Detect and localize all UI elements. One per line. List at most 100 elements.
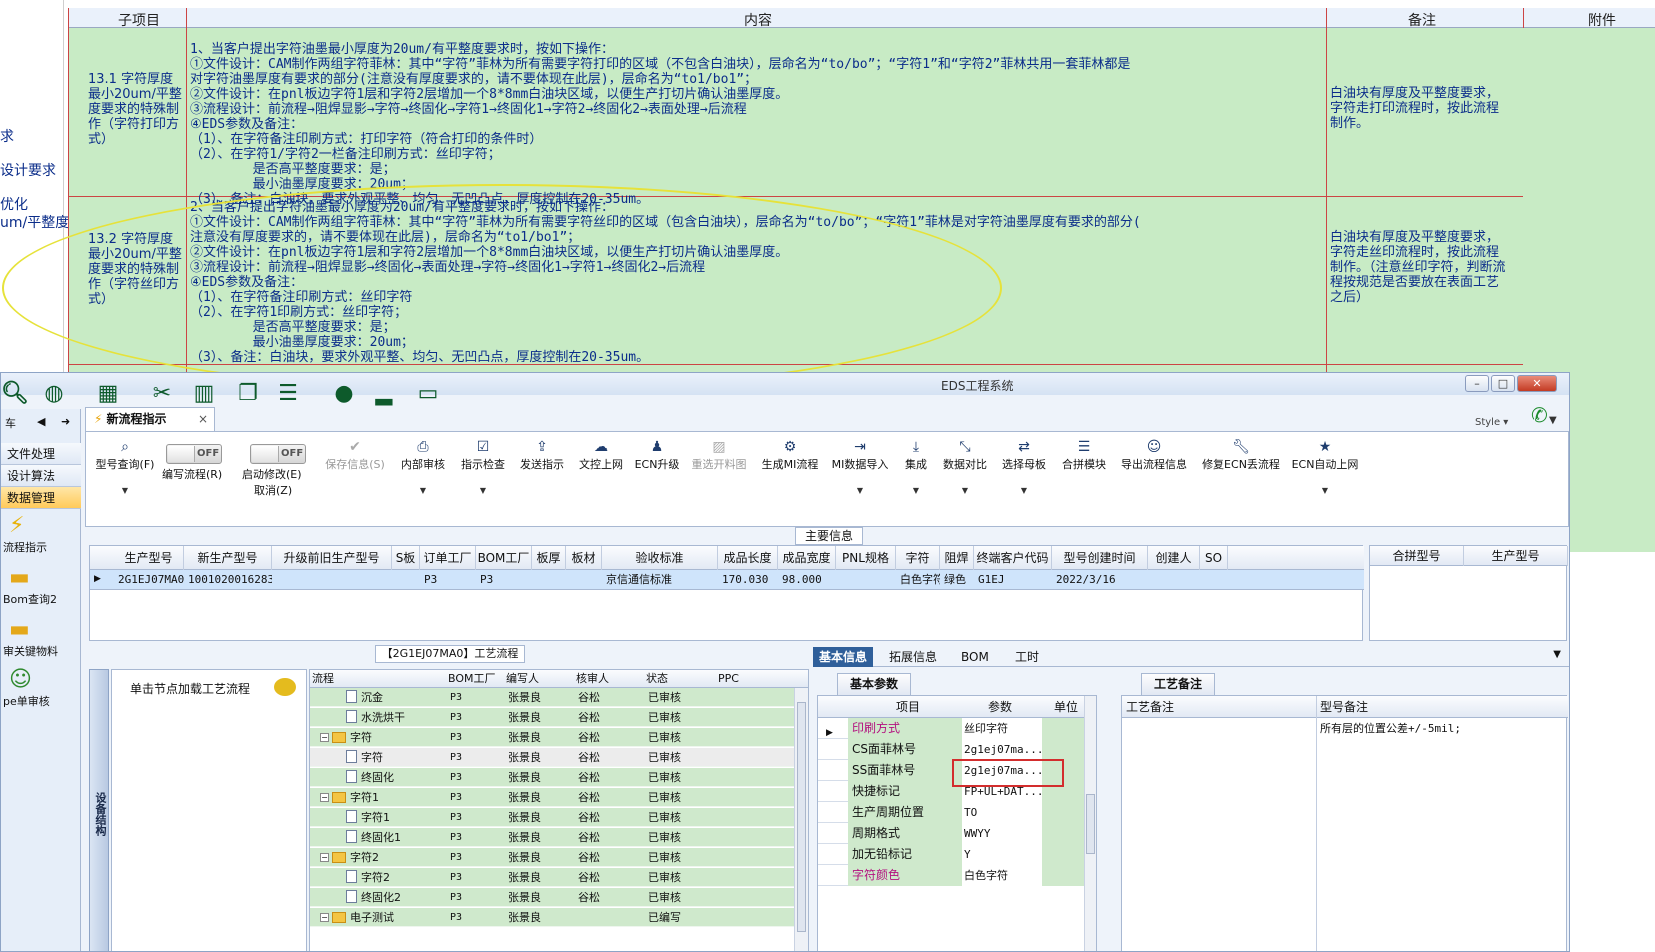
col-header[interactable]: 升级前旧生产型号 <box>272 546 392 570</box>
col-header[interactable]: 成品宽度 <box>778 546 836 570</box>
table-cell[interactable]: P3 <box>420 570 476 590</box>
list-icon[interactable]: ☰ <box>275 381 301 407</box>
param-row[interactable]: 字符颜色 白色字符 <box>818 865 1084 886</box>
table-cell[interactable]: 白色字符 <box>896 570 940 590</box>
table-icon[interactable]: ▦ <box>95 381 121 407</box>
tab-basic-info[interactable]: 基本信息 <box>813 647 874 667</box>
launcher-flow-indicator[interactable]: ⚡ 流程指示 <box>1 513 81 555</box>
tree-row[interactable]: 字符 P3 张景良 谷松 已审核 <box>310 748 796 767</box>
tree-row[interactable]: 字符2 P3 张景良 谷松 已审核 <box>310 868 796 887</box>
save-info-button[interactable]: ✔ 保存信息(S) <box>322 438 388 472</box>
merge-col-header[interactable]: 生产型号 <box>1464 546 1568 566</box>
tree-node[interactable]: 字符 <box>346 748 383 767</box>
col-header[interactable]: 流程 <box>312 670 334 688</box>
expand-icon[interactable]: − <box>320 793 329 802</box>
tree-row[interactable]: 终固化1 P3 张景良 谷松 已审核 <box>310 828 796 847</box>
generate-mi-flow-button[interactable]: ⚙ 生成MI流程 <box>760 438 820 472</box>
col-header[interactable]: BOM工厂 <box>448 670 496 688</box>
maximize-button[interactable]: □ <box>1491 375 1515 392</box>
col-header[interactable]: 项目 <box>896 696 920 718</box>
chevron-down-icon[interactable]: ▼ <box>1553 649 1561 660</box>
col-header[interactable]: 验收标准 <box>602 546 718 570</box>
table-cell[interactable] <box>392 570 420 590</box>
col-header[interactable]: S板 <box>392 546 420 570</box>
tree-node[interactable]: 字符2 <box>346 868 390 887</box>
merge-col-header[interactable]: 合拼型号 <box>1370 546 1464 566</box>
col-header[interactable]: SO <box>1200 546 1228 570</box>
col-header[interactable]: 工艺备注 <box>1126 696 1174 718</box>
tree-node[interactable]: 终固化 <box>346 768 394 787</box>
tab-close-icon[interactable]: × <box>198 408 208 430</box>
cancel-button[interactable]: 取消(Z) <box>254 482 292 498</box>
col-header[interactable]: 板材 <box>566 546 602 570</box>
tree-row[interactable]: 终固化 P3 张景良 谷松 已审核 <box>310 768 796 787</box>
mi-import-button[interactable]: ⇥ MI数据导入 ▼ <box>830 438 890 495</box>
col-header[interactable]: 状态 <box>646 670 668 688</box>
phone-icon[interactable]: ✆ <box>1531 403 1548 427</box>
monitor-icon[interactable]: ▭ <box>415 381 441 407</box>
table-cell[interactable] <box>1148 570 1200 590</box>
tree-row[interactable]: 终固化2 P3 张景良 谷松 已审核 <box>310 888 796 907</box>
send-indicator-button[interactable]: ⇪ 发送指示 <box>516 438 568 472</box>
table-cell[interactable] <box>566 570 602 590</box>
table-cell[interactable]: 2G1EJ07MA0 <box>114 570 184 590</box>
col-header[interactable]: 型号备注 <box>1320 696 1368 718</box>
upload-file-button[interactable]: ☁ 文控上网 <box>576 438 626 472</box>
table-cell[interactable] <box>532 570 566 590</box>
table-cell[interactable]: P3 <box>476 570 532 590</box>
style-menu[interactable]: Style ▾ <box>1475 417 1508 428</box>
table-row[interactable]: ▶ 2G1EJ07MA0 10010200162832 P3 P3 京信通信标准 170.… <box>90 570 1364 590</box>
tree-row[interactable]: − 字符2 P3 张景良 谷松 已审核 <box>310 848 796 867</box>
tree-node[interactable]: 终固化1 <box>346 828 401 847</box>
expand-icon[interactable]: − <box>320 913 329 922</box>
scroll-thumb[interactable] <box>1086 794 1095 854</box>
tab-work-hours[interactable]: 工时 <box>1009 647 1045 667</box>
col-header[interactable]: 成品长度 <box>718 546 778 570</box>
scroll-thumb[interactable] <box>797 702 806 932</box>
tree-row[interactable]: − 字符1 P3 张景良 谷松 已审核 <box>310 788 796 807</box>
param-value[interactable]: 2g1ej07ma... <box>962 760 1042 781</box>
launcher-key-material[interactable]: ▬ 审关键物料 <box>1 617 81 659</box>
param-row[interactable]: 印刷方式 丝印字符 <box>818 718 1084 739</box>
table-cell[interactable]: 10010200162832 <box>184 570 272 590</box>
tree-row[interactable]: 水洗烘干 P3 张景良 谷松 已审核 <box>310 708 796 727</box>
col-header[interactable]: 型号创建时间 <box>1052 546 1148 570</box>
forward-icon[interactable]: ➜ <box>61 415 70 428</box>
tab-extended-info[interactable]: 拓展信息 <box>883 647 943 667</box>
col-header[interactable]: 生产型号 <box>114 546 184 570</box>
chat-bubble-icon[interactable] <box>274 678 296 696</box>
table-cell[interactable]: 京信通信标准 <box>602 570 718 590</box>
param-value[interactable]: 白色字符 <box>962 865 1042 886</box>
param-value[interactable]: TO <box>962 802 1042 823</box>
ecn-auto-upload-button[interactable]: ★ ECN自动上网 ▼ <box>1290 438 1360 495</box>
col-header[interactable]: BOM工厂 <box>476 546 532 570</box>
film-icon[interactable]: ▥ <box>191 381 217 407</box>
merge-module-button[interactable]: ☰ 合拼模块 <box>1058 438 1110 472</box>
col-header[interactable]: 板厚 <box>532 546 566 570</box>
param-value[interactable]: Y <box>962 844 1042 865</box>
param-value[interactable]: 丝印字符 <box>962 718 1042 739</box>
export-flow-button[interactable]: ☺ 导出流程信息 <box>1118 438 1190 472</box>
tree-node[interactable]: − 电子测试 <box>320 908 394 927</box>
expand-icon[interactable]: − <box>320 733 329 742</box>
globe-icon[interactable]: ◍ <box>41 381 67 407</box>
integrate-button[interactable]: ⤓ 集成 ▼ <box>900 438 932 495</box>
param-value[interactable]: WWYY <box>962 823 1042 844</box>
col-header[interactable]: 编写人 <box>506 670 539 688</box>
node-load-hint[interactable]: 单击节点加载工艺流程 <box>130 680 250 697</box>
tab-new-flow-indicator[interactable]: ⚡ 新流程指示 × <box>85 407 215 431</box>
side-tab-equipment[interactable]: 设备结构 <box>89 669 109 951</box>
col-header[interactable]: 参数 <box>988 696 1012 718</box>
tree-node[interactable]: − 字符 <box>320 728 372 747</box>
model-remark-value[interactable]: 所有层的位置公差+/-5mil; <box>1320 720 1461 736</box>
fix-ecn-button[interactable]: 🔧︎ 修复ECN丢流程 <box>1200 438 1282 472</box>
tree-row[interactable]: − 字符 P3 张景良 谷松 已审核 <box>310 728 796 747</box>
launcher-bom-query[interactable]: ▬ Bom查询2 <box>1 565 81 607</box>
process-scrollbar[interactable] <box>794 688 808 951</box>
table-cell[interactable] <box>1200 570 1228 590</box>
param-value[interactable]: 2g1ej07ma... <box>962 739 1042 760</box>
chart-icon[interactable]: ▂ <box>371 381 397 407</box>
tree-node[interactable]: 沉金 <box>346 688 383 707</box>
tree-node[interactable]: − 字符1 <box>320 788 379 807</box>
copy-icon[interactable]: ❐ <box>235 381 261 407</box>
